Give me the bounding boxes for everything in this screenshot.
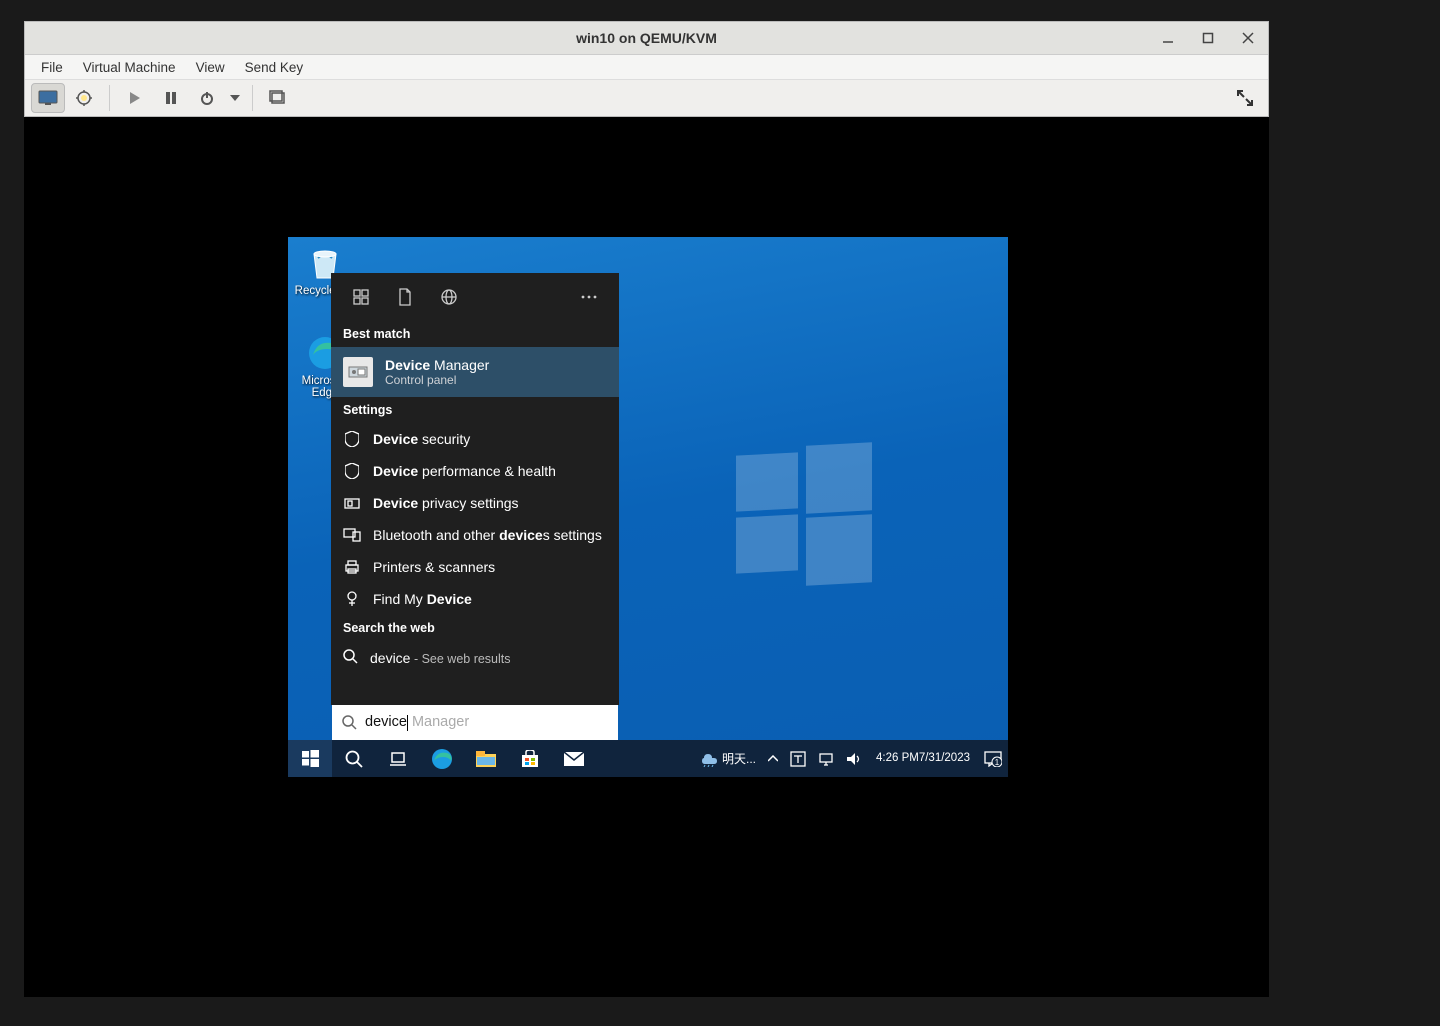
scope-documents-icon[interactable] (383, 275, 427, 319)
windows-icon (302, 750, 319, 767)
menubar: File Virtual Machine View Send Key (25, 55, 1268, 79)
section-settings: Settings (331, 397, 619, 423)
best-match-title: Device Manager (385, 357, 489, 373)
start-search-panel: Best match Device Manager Control panel … (331, 273, 619, 705)
result-device-security[interactable]: Device security (331, 423, 619, 455)
menu-virtual-machine[interactable]: Virtual Machine (73, 57, 186, 78)
result-printers-scanners[interactable]: Printers & scanners (331, 551, 619, 583)
location-icon (343, 590, 361, 608)
taskbar-store[interactable] (508, 740, 552, 777)
section-best-match: Best match (331, 321, 619, 347)
search-input[interactable]: device Manager (332, 705, 618, 740)
result-label: Find My Device (373, 591, 472, 607)
minimize-button[interactable] (1148, 22, 1188, 54)
devices-icon (343, 526, 361, 544)
scope-apps-icon[interactable] (339, 275, 383, 319)
power-button[interactable] (190, 83, 224, 113)
result-label: Device performance & health (373, 463, 556, 479)
chevron-up-icon (768, 755, 778, 762)
snapshot-button[interactable] (261, 83, 295, 113)
taskbar-file-explorer[interactable] (464, 740, 508, 777)
folder-icon (476, 751, 496, 767)
notification-icon: 1 (984, 751, 1002, 767)
task-view-button[interactable] (376, 740, 420, 777)
menu-file[interactable]: File (31, 57, 73, 78)
titlebar: win10 on QEMU/KVM (25, 22, 1268, 55)
result-label: Device privacy settings (373, 495, 519, 511)
svg-text:1: 1 (995, 758, 1000, 767)
pause-button[interactable] (154, 83, 188, 113)
best-match-subtitle: Control panel (385, 373, 489, 387)
close-button[interactable] (1228, 22, 1268, 54)
taskbar-search-button[interactable] (332, 740, 376, 777)
web-result-label: device - See web results (370, 650, 511, 666)
maximize-button[interactable] (1188, 22, 1228, 54)
printer-icon (343, 558, 361, 576)
result-label: Device security (373, 431, 470, 447)
edge-icon (431, 748, 453, 770)
network-icon (818, 752, 834, 766)
guest-framebuffer: Recycle Bin Microsoft Edge Best match (24, 117, 1269, 997)
privacy-icon (343, 494, 361, 512)
search-icon (342, 715, 357, 730)
start-button[interactable] (288, 740, 332, 777)
tray-clock[interactable]: 4:26 PM 7/31/2023 (868, 740, 978, 777)
weather-widget[interactable]: 明天... (694, 740, 762, 777)
web-result[interactable]: device - See web results (331, 641, 619, 675)
taskbar: 明天... 4:26 PM 7/31/2023 1 (288, 740, 1008, 777)
store-icon (521, 750, 539, 768)
scope-more-icon[interactable] (567, 275, 611, 319)
search-scope-row (331, 273, 619, 321)
result-device-privacy[interactable]: Device privacy settings (331, 487, 619, 519)
taskbar-edge[interactable] (420, 740, 464, 777)
search-icon (343, 649, 358, 667)
power-dropdown[interactable] (226, 83, 244, 113)
weather-icon (700, 751, 718, 767)
window-title: win10 on QEMU/KVM (576, 30, 717, 46)
taskbar-mail[interactable] (552, 740, 596, 777)
device-manager-icon (343, 357, 373, 387)
action-center[interactable]: 1 (978, 740, 1008, 777)
result-label: Printers & scanners (373, 559, 495, 575)
run-button[interactable] (118, 83, 152, 113)
tray-network[interactable] (812, 740, 840, 777)
scope-web-icon[interactable] (427, 275, 471, 319)
menu-send-key[interactable]: Send Key (235, 57, 314, 78)
best-match-result[interactable]: Device Manager Control panel (331, 347, 619, 397)
shield-icon (343, 430, 361, 448)
result-bluetooth-devices[interactable]: Bluetooth and other devices settings (331, 519, 619, 551)
windows-logo-wallpaper (736, 444, 872, 580)
system-tray: 明天... 4:26 PM 7/31/2023 1 (694, 740, 1008, 777)
viewer-window: win10 on QEMU/KVM File Virtual Machine V… (24, 21, 1269, 117)
shield-icon (343, 462, 361, 480)
search-icon (345, 750, 363, 768)
tray-overflow[interactable] (762, 740, 784, 777)
result-find-my-device[interactable]: Find My Device (331, 583, 619, 615)
task-view-icon (389, 752, 407, 766)
result-device-performance[interactable]: Device performance & health (331, 455, 619, 487)
mail-icon (564, 752, 584, 766)
details-button[interactable] (67, 83, 101, 113)
section-search-web: Search the web (331, 615, 619, 641)
windows-desktop[interactable]: Recycle Bin Microsoft Edge Best match (288, 237, 1008, 777)
volume-icon (846, 752, 862, 766)
console-button[interactable] (31, 83, 65, 113)
tray-volume[interactable] (840, 740, 868, 777)
ime-icon (790, 751, 806, 767)
fullscreen-button[interactable] (1228, 83, 1262, 113)
tray-ime[interactable] (784, 740, 812, 777)
result-label: Bluetooth and other devices settings (373, 527, 602, 543)
search-input-text: device Manager (365, 714, 469, 730)
toolbar (25, 79, 1268, 116)
menu-view[interactable]: View (186, 57, 235, 78)
